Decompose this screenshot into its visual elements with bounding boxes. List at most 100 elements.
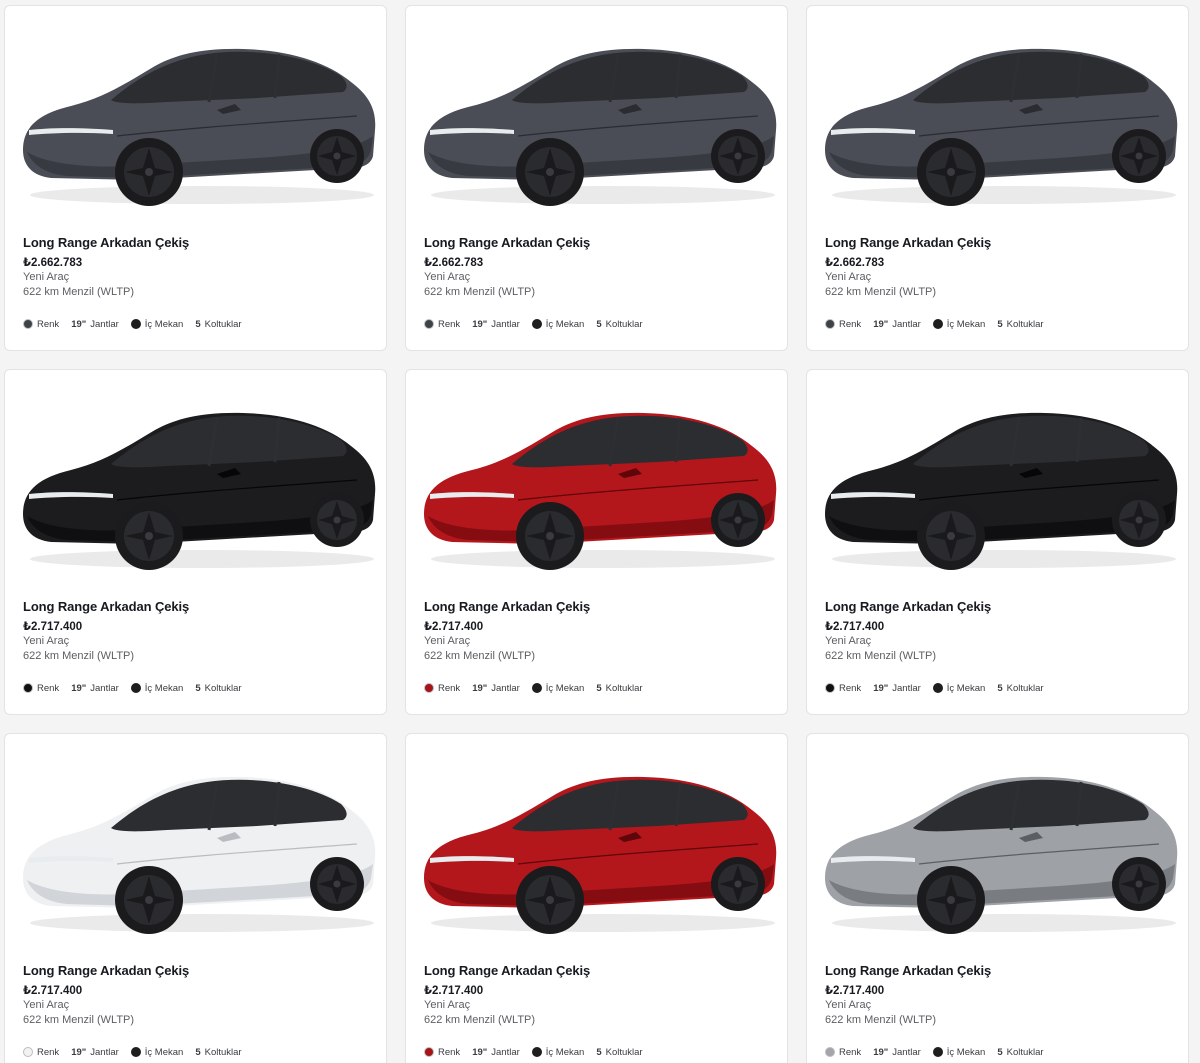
interior-spec: İç Mekan bbox=[130, 1047, 183, 1058]
vehicle-price: ₺2.717.400 bbox=[825, 621, 885, 633]
spec-row: Renk 19" Jantlar İç Mekan 5 Koltuklar bbox=[825, 1045, 1056, 1059]
wheel-size: 19" bbox=[71, 1046, 87, 1058]
vehicle-card[interactable]: Long Range Arkadan Çekiş ₺2.717.400 Yeni… bbox=[405, 369, 788, 715]
vehicle-card[interactable]: Long Range Arkadan Çekiş ₺2.662.783 Yeni… bbox=[405, 5, 788, 351]
paint-swatch-icon bbox=[424, 319, 434, 329]
interior-label: İç Mekan bbox=[946, 682, 986, 694]
wheel-spec: 19" Jantlar bbox=[472, 1047, 520, 1058]
paint-swatch-icon bbox=[825, 683, 835, 693]
wheel-label: Jantlar bbox=[491, 1046, 520, 1058]
vehicle-card[interactable]: Long Range Arkadan Çekiş ₺2.717.400 Yeni… bbox=[4, 733, 387, 1063]
vehicle-range: 622 km Menzil (WLTP) bbox=[424, 1014, 536, 1026]
paint-swatch-icon bbox=[825, 1047, 835, 1057]
interior-label: İç Mekan bbox=[545, 682, 585, 694]
vehicle-range: 622 km Menzil (WLTP) bbox=[424, 286, 536, 298]
car-image[interactable] bbox=[819, 32, 1179, 208]
car-image[interactable] bbox=[17, 760, 377, 936]
paint-label: Renk bbox=[438, 1046, 461, 1058]
car-image[interactable] bbox=[819, 396, 1179, 572]
interior-label: İç Mekan bbox=[946, 1046, 986, 1058]
interior-swatch-icon bbox=[130, 1047, 141, 1057]
wheel-spec: 19" Jantlar bbox=[873, 683, 921, 694]
seat-label: Koltuklar bbox=[605, 318, 643, 330]
car-image[interactable] bbox=[17, 32, 377, 208]
spec-row: Renk 19" Jantlar İç Mekan 5 Koltuklar bbox=[825, 317, 1056, 331]
vehicle-card[interactable]: Long Range Arkadan Çekiş ₺2.717.400 Yeni… bbox=[806, 733, 1189, 1063]
paint-swatch-icon bbox=[23, 1047, 33, 1057]
seat-spec: 5 Koltuklar bbox=[195, 1047, 241, 1058]
wheel-spec: 19" Jantlar bbox=[71, 1047, 119, 1058]
vehicle-price: ₺2.662.783 bbox=[424, 257, 484, 269]
car-image[interactable] bbox=[418, 760, 778, 936]
wheel-spec: 19" Jantlar bbox=[71, 683, 119, 694]
vehicle-card[interactable]: Long Range Arkadan Çekiş ₺2.662.783 Yeni… bbox=[4, 5, 387, 351]
vehicle-range: 622 km Menzil (WLTP) bbox=[23, 650, 135, 662]
paint-swatch-icon bbox=[424, 683, 434, 693]
seat-count: 5 bbox=[596, 1046, 602, 1058]
vehicle-card[interactable]: Long Range Arkadan Çekiş ₺2.662.783 Yeni… bbox=[806, 5, 1189, 351]
spec-row: Renk 19" Jantlar İç Mekan 5 Koltuklar bbox=[23, 1045, 254, 1059]
vehicle-title[interactable]: Long Range Arkadan Çekiş bbox=[825, 235, 991, 250]
wheel-spec: 19" Jantlar bbox=[873, 319, 921, 330]
seat-label: Koltuklar bbox=[1006, 682, 1044, 694]
vehicle-condition: Yeni Araç bbox=[825, 635, 872, 647]
seat-label: Koltuklar bbox=[204, 1046, 242, 1058]
interior-swatch-icon bbox=[531, 683, 542, 693]
vehicle-price: ₺2.662.783 bbox=[825, 257, 885, 269]
vehicle-title[interactable]: Long Range Arkadan Çekiş bbox=[23, 599, 189, 614]
paint-label: Renk bbox=[37, 682, 60, 694]
paint-label: Renk bbox=[438, 682, 461, 694]
vehicle-price: ₺2.717.400 bbox=[424, 985, 484, 997]
interior-spec: İç Mekan bbox=[130, 683, 183, 694]
paint-swatch-icon bbox=[424, 1047, 434, 1057]
wheel-size: 19" bbox=[873, 1046, 889, 1058]
vehicle-title[interactable]: Long Range Arkadan Çekiş bbox=[825, 599, 991, 614]
paint-spec: Renk bbox=[23, 683, 59, 694]
wheel-spec: 19" Jantlar bbox=[472, 319, 520, 330]
vehicle-condition: Yeni Araç bbox=[23, 635, 70, 647]
vehicle-condition: Yeni Araç bbox=[825, 999, 872, 1011]
vehicle-title[interactable]: Long Range Arkadan Çekiş bbox=[23, 963, 189, 978]
seat-count: 5 bbox=[195, 318, 201, 330]
wheel-label: Jantlar bbox=[892, 682, 921, 694]
vehicle-range: 622 km Menzil (WLTP) bbox=[424, 650, 536, 662]
paint-spec: Renk bbox=[825, 683, 861, 694]
seat-spec: 5 Koltuklar bbox=[596, 1047, 642, 1058]
seat-spec: 5 Koltuklar bbox=[997, 683, 1043, 694]
vehicle-range: 622 km Menzil (WLTP) bbox=[825, 1014, 937, 1026]
inventory-grid: Long Range Arkadan Çekiş ₺2.662.783 Yeni… bbox=[0, 0, 1200, 1063]
vehicle-title[interactable]: Long Range Arkadan Çekiş bbox=[23, 235, 189, 250]
vehicle-title[interactable]: Long Range Arkadan Çekiş bbox=[424, 963, 590, 978]
car-image[interactable] bbox=[418, 396, 778, 572]
wheel-size: 19" bbox=[71, 318, 87, 330]
wheel-size: 19" bbox=[873, 318, 889, 330]
wheel-spec: 19" Jantlar bbox=[71, 319, 119, 330]
vehicle-price: ₺2.717.400 bbox=[424, 621, 484, 633]
wheel-spec: 19" Jantlar bbox=[873, 1047, 921, 1058]
interior-swatch-icon bbox=[130, 683, 141, 693]
vehicle-card[interactable]: Long Range Arkadan Çekiş ₺2.717.400 Yeni… bbox=[405, 733, 788, 1063]
wheel-label: Jantlar bbox=[892, 318, 921, 330]
interior-swatch-icon bbox=[531, 1047, 542, 1057]
vehicle-title[interactable]: Long Range Arkadan Çekiş bbox=[424, 235, 590, 250]
car-image[interactable] bbox=[17, 396, 377, 572]
spec-row: Renk 19" Jantlar İç Mekan 5 Koltuklar bbox=[825, 681, 1056, 695]
vehicle-condition: Yeni Araç bbox=[424, 271, 471, 283]
paint-label: Renk bbox=[37, 318, 60, 330]
vehicle-card[interactable]: Long Range Arkadan Çekiş ₺2.717.400 Yeni… bbox=[806, 369, 1189, 715]
interior-spec: İç Mekan bbox=[932, 682, 986, 694]
vehicle-title[interactable]: Long Range Arkadan Çekiş bbox=[424, 599, 590, 614]
seat-count: 5 bbox=[596, 318, 602, 330]
vehicle-condition: Yeni Araç bbox=[23, 271, 70, 283]
spec-row: Renk 19" Jantlar İç Mekan 5 Koltuklar bbox=[23, 681, 254, 695]
spec-row: Renk 19" Jantlar İç Mekan 5 Koltuklar bbox=[424, 317, 655, 331]
vehicle-range: 622 km Menzil (WLTP) bbox=[825, 650, 937, 662]
car-image[interactable] bbox=[418, 32, 778, 208]
vehicle-card[interactable]: Long Range Arkadan Çekiş ₺2.717.400 Yeni… bbox=[4, 369, 387, 715]
vehicle-price: ₺2.662.783 bbox=[23, 257, 83, 269]
wheel-label: Jantlar bbox=[90, 682, 119, 694]
vehicle-price: ₺2.717.400 bbox=[23, 621, 83, 633]
car-image[interactable] bbox=[819, 760, 1179, 936]
paint-swatch-icon bbox=[825, 319, 835, 329]
vehicle-title[interactable]: Long Range Arkadan Çekiş bbox=[825, 963, 991, 978]
